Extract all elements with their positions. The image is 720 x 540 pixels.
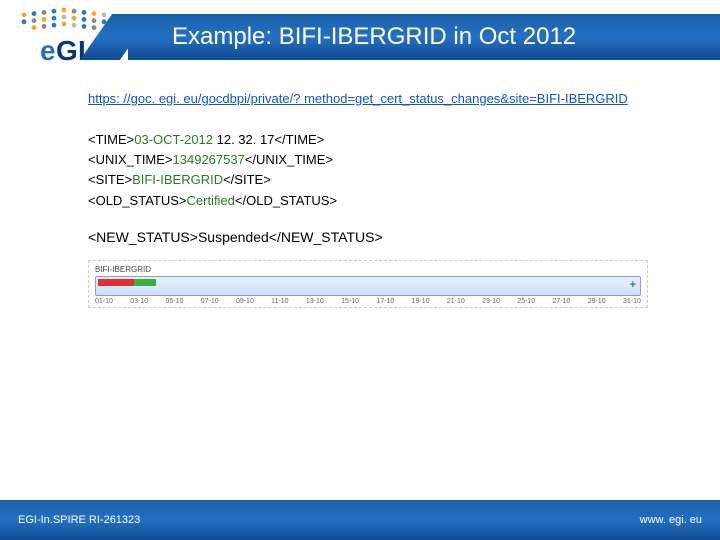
axis-tick: 15-10 — [341, 298, 359, 305]
slide-title: Example: BIFI-IBERGRID in Oct 2012 — [172, 23, 576, 51]
xml-new-status-value: Suspended — [198, 229, 269, 245]
axis-tick: 01-10 — [95, 298, 113, 305]
xml-unix-value: 1349267537 — [173, 152, 245, 167]
xml-tag: 12. 32. 17</TIME> — [213, 132, 324, 147]
availability-chart: BIFI-IBERGRID + 01-10 03-10 05-10 07-10 09-1… — [88, 260, 648, 308]
svg-text:e: e — [40, 35, 56, 66]
axis-tick: 31-10 — [623, 298, 641, 305]
xml-tag: </UNIX_TIME> — [245, 152, 333, 167]
xml-site-line: <SITE>BIFI-IBERGRID</SITE> — [88, 170, 648, 190]
axis-tick: 05-10 — [165, 298, 183, 305]
xml-new-status-line: <NEW_STATUS>Suspended</NEW_STATUS> — [88, 227, 648, 248]
svg-text:G: G — [56, 35, 78, 66]
xml-old-status-line: <OLD_STATUS>Certified</OLD_STATUS> — [88, 191, 648, 211]
xml-tag: <SITE> — [88, 172, 132, 187]
svg-text:I: I — [78, 35, 86, 66]
xml-tag: <UNIX_TIME> — [88, 152, 173, 167]
axis-tick: 13-10 — [306, 298, 324, 305]
axis-tick: 11-10 — [271, 298, 288, 305]
axis-tick: 17-10 — [376, 298, 394, 305]
xml-tag: <NEW_STATUS> — [88, 229, 198, 245]
footer-right: www. egi. eu — [640, 514, 702, 526]
slide-footer: EGI-In.SPIRE RI-261323 www. egi. eu — [0, 500, 720, 540]
chart-x-axis: 01-10 03-10 05-10 07-10 09-10 11-10 13-10 15-10… — [95, 298, 641, 305]
axis-tick: 03-10 — [130, 298, 148, 305]
xml-tag: </OLD_STATUS> — [235, 193, 337, 208]
slide-title-bar: Example: BIFI-IBERGRID in Oct 2012 — [128, 14, 720, 60]
xml-tag: <TIME> — [88, 132, 134, 147]
xml-tag: </SITE> — [223, 172, 271, 187]
gocdb-url-link[interactable]: https: //goc. egi. eu/gocdbpi/private/? … — [88, 90, 648, 108]
axis-tick: 27-10 — [553, 298, 571, 305]
xml-old-status-value: Certified — [187, 193, 235, 208]
xml-response-block: <TIME>03-OCT-2012 12. 32. 17</TIME> <UNI… — [88, 130, 648, 211]
chart-title: BIFI-IBERGRID — [95, 265, 641, 274]
xml-time-line: <TIME>03-OCT-2012 12. 32. 17</TIME> — [88, 130, 648, 150]
xml-site-value: BIFI-IBERGRID — [132, 172, 223, 187]
axis-tick: 19-10 — [412, 298, 430, 305]
axis-tick: 21-10 — [447, 298, 465, 305]
axis-tick: 09-10 — [236, 298, 254, 305]
axis-tick: 23-10 — [482, 298, 500, 305]
footer-left: EGI-In.SPIRE RI-261323 — [18, 514, 140, 526]
chart-bar-area: + — [95, 276, 641, 296]
bar-green-segment — [134, 279, 156, 286]
xml-tag: </NEW_STATUS> — [269, 229, 383, 245]
expand-icon[interactable]: + — [630, 279, 636, 291]
xml-unix-line: <UNIX_TIME>1349267537</UNIX_TIME> — [88, 150, 648, 170]
xml-tag: <OLD_STATUS> — [88, 193, 187, 208]
bar-red-segment — [98, 279, 134, 286]
slide-header: e G I Example: BIFI-IBERGRID in Oct 2012 — [0, 0, 720, 72]
xml-time-value: 03-OCT-2012 — [134, 132, 213, 147]
axis-tick: 29-10 — [588, 298, 606, 305]
slide-content: https: //goc. egi. eu/gocdbpi/private/? … — [0, 72, 720, 308]
axis-tick: 07-10 — [201, 298, 219, 305]
axis-tick: 25-10 — [517, 298, 535, 305]
